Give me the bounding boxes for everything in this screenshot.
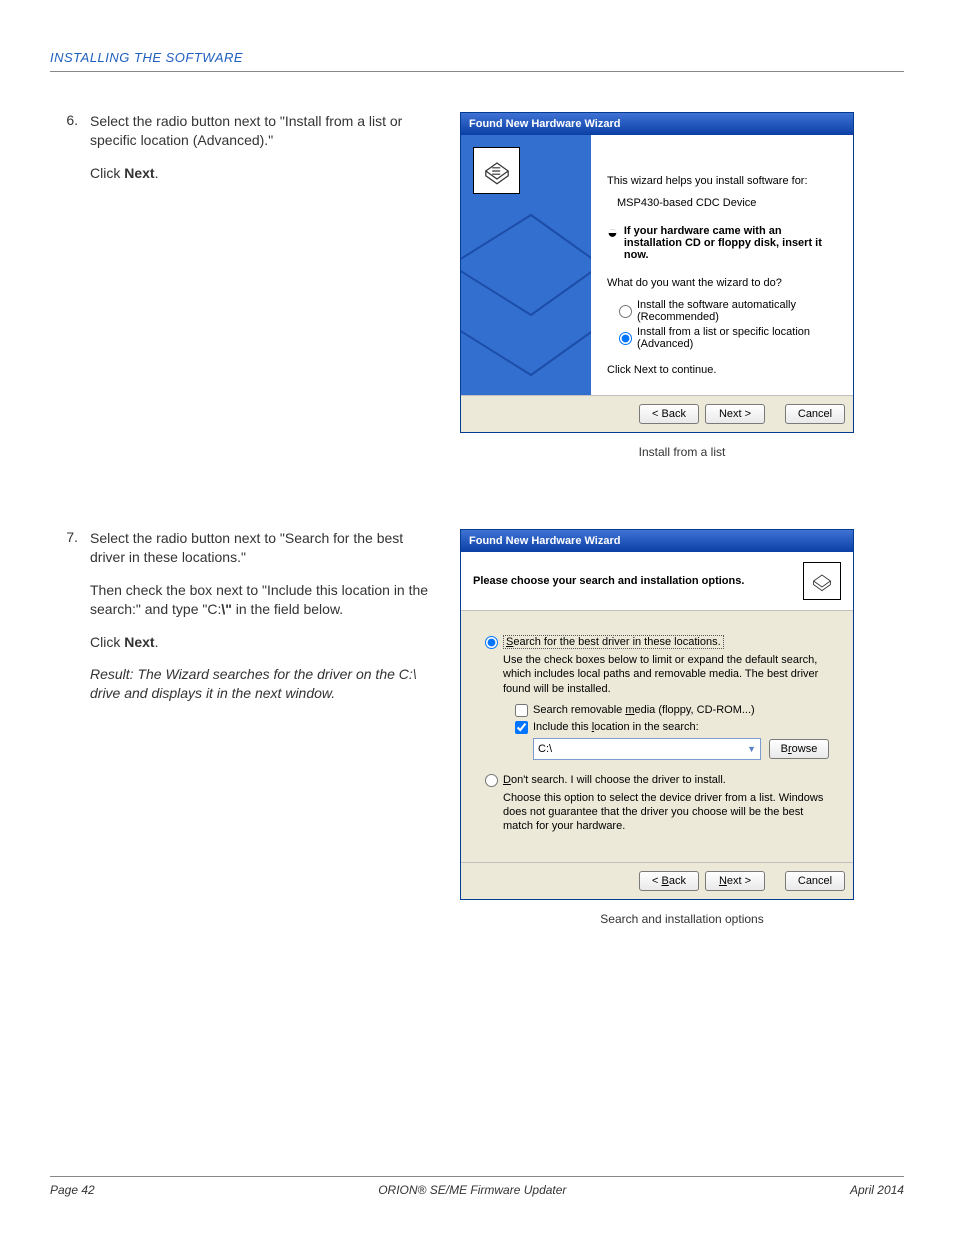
wizard-1-titlebar: Found New Hardware Wizard bbox=[461, 113, 853, 135]
wiz1-l2: MSP430-based CDC Device bbox=[617, 197, 837, 209]
sidebar-deco bbox=[461, 205, 591, 395]
step-6-text: Select the radio button next to "Install… bbox=[90, 112, 440, 459]
dropdown-arrow-icon[interactable]: ▼ bbox=[747, 744, 756, 754]
step7-p3: Click Next. bbox=[90, 633, 440, 652]
wiz2-next-button[interactable]: Next > bbox=[705, 871, 765, 891]
step7-p1: Select the radio button next to "Search … bbox=[90, 529, 440, 567]
wiz2-radio-dontsearch[interactable]: Don't search. I will choose the driver t… bbox=[485, 774, 829, 787]
step-6-text-col: 6. Select the radio button next to "Inst… bbox=[50, 112, 440, 459]
wiz2-heading: Please choose your search and installati… bbox=[473, 575, 744, 587]
wiz2-chk-removable-input[interactable] bbox=[515, 704, 528, 717]
footer-date: April 2014 bbox=[850, 1183, 904, 1197]
wiz2-chk-include-input[interactable] bbox=[515, 721, 528, 734]
wiz2-chk-include-label: Include this location in the search: bbox=[533, 721, 699, 733]
step7-p3a: Click bbox=[90, 634, 124, 650]
wiz1-q: What do you want the wizard to do? bbox=[607, 277, 837, 289]
step6-p1: Select the radio button next to "Install… bbox=[90, 112, 440, 150]
wiz1-cont: Click Next to continue. bbox=[607, 364, 837, 376]
wiz2-r1-label: Search for the best driver in these loca… bbox=[503, 635, 724, 649]
wiz1-back-button[interactable]: < Back bbox=[639, 404, 699, 424]
step-6-number: 6. bbox=[50, 112, 90, 459]
step6-p2a: Click bbox=[90, 165, 124, 181]
footer-page: Page 42 bbox=[50, 1183, 95, 1197]
step7-p3c: . bbox=[155, 634, 159, 650]
wiz1-next-button[interactable]: Next > bbox=[705, 404, 765, 424]
wiz2-path-combobox[interactable]: C:\ ▼ bbox=[533, 738, 761, 760]
step7-p2: Then check the box next to "Include this… bbox=[90, 581, 440, 619]
step-7-row: 7. Select the radio button next to "Sear… bbox=[50, 529, 904, 926]
wiz1-cd: If your hardware came with an installati… bbox=[624, 225, 837, 261]
wiz2-sub1: Use the check boxes below to limit or ex… bbox=[503, 653, 829, 696]
hardware-icon bbox=[473, 147, 520, 194]
step-7-number: 7. bbox=[50, 529, 90, 926]
wiz2-browse-button[interactable]: Browse bbox=[769, 739, 829, 759]
wiz1-radio-auto-input[interactable] bbox=[619, 305, 632, 318]
step7-p2c: in the field below. bbox=[232, 601, 343, 617]
wizard-2-titlebar: Found New Hardware Wizard bbox=[461, 530, 853, 552]
wiz2-chk-removable-label: Search removable media (floppy, CD-ROM..… bbox=[533, 704, 755, 716]
step-7-figure-col: Found New Hardware Wizard Please choose … bbox=[460, 529, 904, 926]
wizard-1-content: This wizard helps you install software f… bbox=[591, 135, 853, 395]
wiz1-cancel-button[interactable]: Cancel bbox=[785, 404, 845, 424]
wiz2-back-button[interactable]: < Back bbox=[639, 871, 699, 891]
step7-p3b: Next bbox=[124, 634, 154, 650]
step6-p2: Click Next. bbox=[90, 164, 440, 183]
footer-title: ORION® SE/ME Firmware Updater bbox=[378, 1183, 566, 1197]
page-footer: Page 42 ORION® SE/ME Firmware Updater Ap… bbox=[50, 1176, 904, 1197]
wiz2-sub2: Choose this option to select the device … bbox=[503, 791, 829, 834]
step6-p2c: . bbox=[155, 165, 159, 181]
step7-p2b: \" bbox=[221, 601, 232, 617]
wiz2-cancel-button[interactable]: Cancel bbox=[785, 871, 845, 891]
wizard-1: Found New Hardware Wizard This wizard he… bbox=[460, 112, 854, 433]
figure-2-caption: Search and installation options bbox=[460, 912, 904, 926]
hardware-icon-small bbox=[803, 562, 841, 600]
figure-1-caption: Install from a list bbox=[460, 445, 904, 459]
wiz1-radio-auto[interactable]: Install the software automatically (Reco… bbox=[619, 299, 837, 323]
wiz1-radio-list[interactable]: Install from a list or specific location… bbox=[619, 326, 837, 350]
step7-result: Result: The Wizard searches for the driv… bbox=[90, 665, 440, 703]
wiz2-r2-label: Don't search. I will choose the driver t… bbox=[503, 774, 726, 786]
step-6-figure-col: Found New Hardware Wizard This wizard he… bbox=[460, 112, 904, 459]
wizard-1-sidebar bbox=[461, 135, 591, 395]
step-7-text: Select the radio button next to "Search … bbox=[90, 529, 440, 926]
step6-p2b: Next bbox=[124, 165, 154, 181]
wiz1-r2-label: Install from a list or specific location… bbox=[637, 326, 837, 350]
step-6-row: 6. Select the radio button next to "Inst… bbox=[50, 112, 904, 459]
wiz2-radio-dontsearch-input[interactable] bbox=[485, 774, 498, 787]
wiz2-path-value: C:\ bbox=[538, 743, 552, 755]
wizard-2: Found New Hardware Wizard Please choose … bbox=[460, 529, 854, 900]
cd-icon: ◒ bbox=[607, 225, 618, 239]
wiz2-chk-removable[interactable]: Search removable media (floppy, CD-ROM..… bbox=[515, 704, 829, 717]
wiz2-radio-search[interactable]: Search for the best driver in these loca… bbox=[485, 635, 829, 649]
wiz1-r1-label: Install the software automatically (Reco… bbox=[637, 299, 837, 323]
wiz2-chk-include[interactable]: Include this location in the search: bbox=[515, 721, 829, 734]
step-7-text-col: 7. Select the radio button next to "Sear… bbox=[50, 529, 440, 926]
wiz1-radio-list-input[interactable] bbox=[619, 332, 632, 345]
wiz2-radio-search-input[interactable] bbox=[485, 636, 498, 649]
wiz1-l1: This wizard helps you install software f… bbox=[607, 175, 837, 187]
section-heading: INSTALLING THE SOFTWARE bbox=[50, 50, 904, 72]
